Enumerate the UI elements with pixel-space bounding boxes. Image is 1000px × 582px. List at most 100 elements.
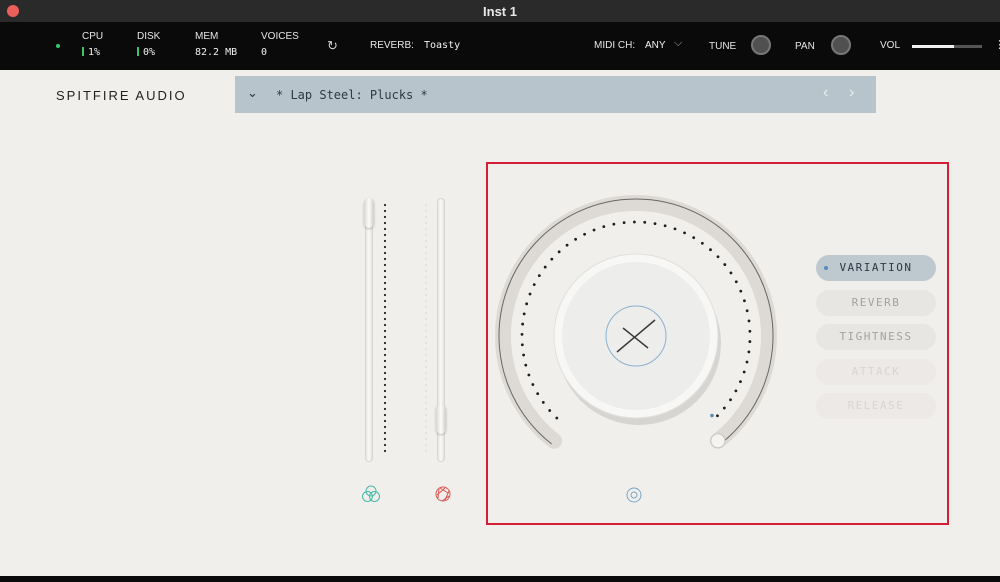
fader-scale-dot [383,383,387,387]
fader-scale-dot [425,246,427,248]
fader-scale-dot [383,329,387,333]
fader-scale-dot [425,348,427,350]
fader-scale-dot [425,408,427,410]
fader-scale-dot [425,222,427,224]
voices-label: VOICES [261,31,299,42]
fader-scale-dot [383,353,387,357]
disk-value: 0% [137,47,155,58]
fader-scale-dot [425,438,427,440]
articulation-button-reverb[interactable]: REVERB [816,289,936,316]
fader-scale-dot [425,330,427,332]
articulation-button-release[interactable]: RELEASE [816,393,936,419]
pan-knob[interactable] [831,35,851,55]
fader-scale-dot [383,443,387,447]
more-icon[interactable]: ⋮ [994,38,1000,51]
fader-scale-dot [383,299,387,303]
fader-scale-dot [425,240,427,242]
window-title: Inst 1 [483,4,517,19]
volume-fill [912,45,954,48]
brand-logo: SPITFIRE AUDIO [56,88,187,103]
right-fader-handle[interactable] [436,403,446,434]
fader-scale-dot [383,425,387,429]
fader-scale-dot [425,336,427,338]
fader-scale-dot [383,245,387,249]
fader-scale-dot [383,437,387,441]
fader-scale-dot [383,239,387,243]
articulation-button-attack[interactable]: ATTACK [816,358,936,385]
aperture-icon[interactable] [435,486,451,502]
articulation-button-tightness[interactable]: TIGHTNESS [816,324,936,350]
left-fader-handle[interactable] [364,198,374,228]
fader-scale-dot [425,372,427,374]
fader-scale-dot [425,402,427,404]
fader-scale-dot [425,288,427,290]
fader-scale-dot [383,419,387,423]
articulation-button-label: VARIATION [839,261,913,274]
articulation-button-variation[interactable]: VARIATION [816,255,936,281]
fader-scale-dot [425,360,427,362]
pan-label: PAN [795,41,815,52]
fader-scale-dot [425,204,427,206]
status-indicator-icon [56,44,60,48]
fader-scale-dot [383,365,387,369]
fader-scale-dot [383,341,387,345]
fader-scale-dot [383,395,387,399]
fader-scale-dot [425,210,427,212]
vol-label: VOL [880,40,901,51]
fader-scale-dot [383,203,387,207]
fader-scale-dot [425,378,427,380]
mem-label: MEM [195,31,219,42]
articulation-button-label: RELEASE [847,399,905,412]
cpu-label: CPU [82,31,104,42]
cpu-meter-icon [82,47,84,56]
preset-prev-icon[interactable]: ‹ [823,84,828,102]
disk-label: DISK [137,31,161,42]
reverb-label: REVERB: [370,40,414,51]
fader-scale-dot [383,287,387,291]
fader-scale-dot [383,431,387,435]
midi-channel-label: MIDI CH: [594,40,636,51]
fader-scale-dot [425,282,427,284]
fader-scale-dot [383,359,387,363]
reverb-value[interactable]: Toasty [424,40,460,51]
fader-scale-dot [383,263,387,267]
fader-scale-dot [425,264,427,266]
fader-scale-dot [425,420,427,422]
preset-selector[interactable]: ⌄ * Lap Steel: Plucks * ‹ › [235,76,876,113]
expression-icon[interactable] [362,485,380,502]
disk-value-text: 0% [143,47,156,58]
fader-scale-dot [425,444,427,446]
volume-slider[interactable] [912,45,982,48]
fader-scale-dot [383,371,387,375]
fader-scale-dot [383,311,387,315]
active-indicator-icon [824,266,828,270]
fader-scale-dot [425,354,427,356]
fader-scale-dot [383,281,387,285]
tune-knob[interactable] [751,35,771,55]
fader-scale-dot [425,300,427,302]
voices-value: 0 [261,47,268,58]
articulation-button-label: TIGHTNESS [839,330,913,343]
left-fader-track[interactable] [365,198,373,462]
chevron-down-icon[interactable]: ⌵ [674,37,682,50]
fader-scale-dot [425,390,427,392]
chevron-down-icon[interactable]: ⌄ [247,85,258,101]
fader-scale-dot [425,432,427,434]
fader-scale-dot [425,216,427,218]
title-bar: Inst 1 [0,0,1000,22]
fader-scale-dot [425,270,427,272]
midi-channel-select[interactable]: ANY [645,40,666,51]
fader-scale-dot [383,221,387,225]
preset-next-icon[interactable]: › [849,84,854,102]
refresh-icon[interactable]: ↻ [327,38,338,54]
fader-scale-dot [383,269,387,273]
fader-scale-dot [383,317,387,321]
fader-scale-dot [425,312,427,314]
fader-scale-dot [383,275,387,279]
mem-value: 82.2 MB [195,47,238,58]
cpu-value: 1% [82,47,100,58]
fader-scale-dot [383,335,387,339]
fader-scale-dot [425,324,427,326]
articulation-button-label: ATTACK [851,364,901,378]
fader-scale-dot [425,426,427,428]
